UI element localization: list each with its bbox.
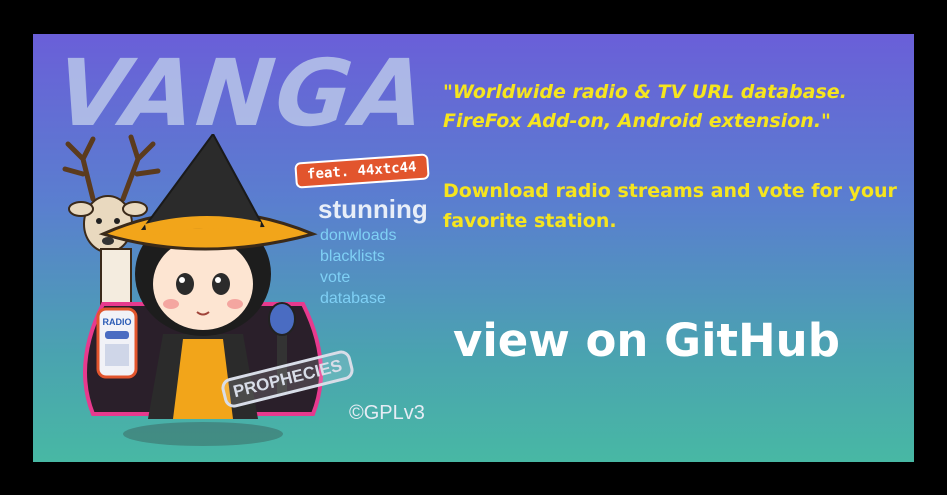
feature-list: donwloads blacklists vote database xyxy=(320,225,397,309)
quote-line: "Worldwide radio & TV URL database. xyxy=(443,81,847,103)
artwork: VANGA RADIO feat. 44xtc44 stunning donwl… xyxy=(33,34,443,462)
project-description: Download radio streams and vote for your… xyxy=(443,180,897,232)
feature-item: blacklists xyxy=(320,248,385,265)
license-label: ©GPLv3 xyxy=(349,402,425,424)
feature-item: database xyxy=(320,290,386,307)
quote-line: FireFox Add-on, Android extension." xyxy=(443,110,831,132)
feature-item: vote xyxy=(320,269,351,286)
tagline-heading: stunning xyxy=(318,194,428,224)
feature-item: donwloads xyxy=(320,227,397,244)
view-on-github-link[interactable]: view on GitHub xyxy=(453,314,840,367)
promo-banner: VANGA RADIO feat. 44xtc44 stunning donwl… xyxy=(33,34,914,462)
project-quote: "Worldwide radio & TV URL database. Fire… xyxy=(443,78,913,136)
svg-text:RADIO: RADIO xyxy=(103,317,132,327)
